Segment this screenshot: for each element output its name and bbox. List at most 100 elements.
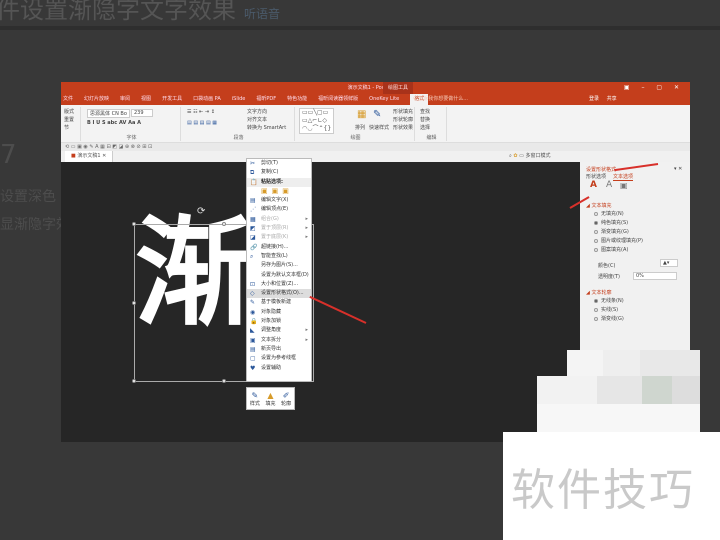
- paste-options[interactable]: ▣▣▣: [247, 187, 311, 196]
- radio-option[interactable]: 渐变线(G): [594, 315, 624, 322]
- tab-shape-options[interactable]: 形状选项: [586, 173, 606, 180]
- radio-option[interactable]: 无线条(N): [594, 297, 624, 304]
- text-outline-section[interactable]: ◢ 文本轮廓: [586, 289, 611, 296]
- radio-option[interactable]: 图案填充(A): [594, 246, 628, 253]
- font-size-select[interactable]: 239: [131, 109, 153, 117]
- format-buttons[interactable]: B I U S abc AV Aa A: [87, 120, 141, 126]
- textbox-icon[interactable]: ▣: [620, 181, 628, 190]
- fill-button[interactable]: ▲ 填充: [265, 391, 275, 407]
- color-picker[interactable]: ▲▾: [660, 259, 678, 267]
- option-label: 图片或纹理填充(P): [601, 238, 643, 244]
- ribbon-tab[interactable]: 审阅: [120, 94, 130, 105]
- radio-option[interactable]: 无填充(N): [594, 210, 624, 217]
- ribbon-tab[interactable]: 开发工具: [162, 94, 182, 105]
- context-menu-item[interactable]: ◩ 置于顶层(R) ▸: [247, 224, 311, 233]
- style-button[interactable]: ✎ 样式: [250, 391, 260, 407]
- text-fill-outline-icon[interactable]: A: [590, 180, 597, 190]
- shapes-gallery[interactable]: ▭▭╲▢▭ ▭△⌐∟◇ ◠◡⌒⌃{}: [299, 108, 335, 134]
- context-menu-item[interactable]: 设置为默认文本框(D): [247, 271, 311, 280]
- paste-icon[interactable]: ▣▣▣: [261, 187, 293, 195]
- context-menu-item[interactable]: ⊡ 大小和位置(Z)...: [247, 280, 311, 289]
- context-menu-item[interactable]: ▤ 编辑文字(X): [247, 196, 311, 205]
- context-menu-item[interactable]: ▦ 组合(G) ▸: [247, 215, 311, 224]
- section-button[interactable]: 节: [64, 124, 69, 131]
- drawing-group: ▭▭╲▢▭ ▭△⌐∟◇ ◠◡⌒⌃{} ▦ 排列 ✎ 快速样式 形状填充 形状轮廓 形…: [297, 107, 415, 141]
- text-fill-section[interactable]: ◢ 文本填充: [586, 202, 611, 209]
- pane-close-icon[interactable]: ▾ ✕: [674, 166, 682, 172]
- context-menu-item[interactable]: 🔗 超链接(H)...: [247, 243, 311, 252]
- replace-button[interactable]: 替换: [420, 116, 430, 123]
- transparency-input[interactable]: 0%: [633, 272, 677, 280]
- find-button[interactable]: 查找: [420, 108, 430, 115]
- shape-effects-button[interactable]: 形状效果: [393, 124, 413, 131]
- font-name-select[interactable]: 思源黑体 CN Bo: [87, 109, 130, 118]
- menu-item-label: 对象加锁: [261, 318, 282, 325]
- context-menu-item[interactable]: ◉ 对象隐藏: [247, 308, 311, 317]
- text-direction-button[interactable]: 文字方向: [247, 108, 267, 115]
- radio-button[interactable]: [594, 298, 598, 303]
- ribbon-tab[interactable]: iSlide: [232, 94, 246, 105]
- list-buttons[interactable]: ☰ ☷ ⇤ ⇥ ↕: [187, 109, 215, 115]
- login-button[interactable]: 登录: [589, 96, 599, 102]
- context-menu-item[interactable]: ♥ 设置辅助: [247, 364, 311, 373]
- context-menu-item[interactable]: ◪ 置于底层(K) ▸: [247, 233, 311, 242]
- reset-button[interactable]: 重置: [64, 116, 74, 123]
- menu-item-icon: ⊡: [250, 280, 256, 288]
- rotate-handle-icon[interactable]: ⟳: [197, 206, 205, 217]
- layout-button[interactable]: 版式: [64, 108, 74, 115]
- view-options[interactable]: ⌕ ✿ ▭ 多窗口模式: [509, 151, 551, 162]
- tell-me-search[interactable]: ♀ 告诉我你想要做什么...: [413, 94, 468, 105]
- align-text-button[interactable]: 对齐文本: [247, 116, 267, 123]
- radio-option[interactable]: 纯色填充(S): [594, 219, 628, 226]
- radio-option[interactable]: 图片或纹理填充(P): [594, 237, 643, 244]
- radio-button[interactable]: [594, 220, 598, 225]
- radio-option[interactable]: 渐变填充(G): [594, 228, 629, 235]
- radio-button[interactable]: [594, 307, 598, 312]
- radio-button[interactable]: [594, 247, 598, 252]
- ribbon-tab[interactable]: 口袋动画 PA: [193, 94, 221, 105]
- outline-button[interactable]: ✐ 轮廓: [281, 391, 291, 407]
- context-menu-item[interactable]: ◣ 调整角度 ▸: [247, 326, 311, 335]
- radio-button[interactable]: [594, 211, 598, 216]
- radio-button[interactable]: [594, 238, 598, 243]
- ribbon-tab[interactable]: OneKey Lite: [369, 94, 399, 105]
- document-tab[interactable]: ■ 演示文稿1 ✕: [65, 151, 114, 162]
- quick-styles-button[interactable]: 快速样式: [369, 124, 389, 131]
- shape-fill-button[interactable]: 形状填充: [393, 108, 413, 115]
- text-effects-icon[interactable]: A: [606, 180, 612, 190]
- radio-button[interactable]: [594, 316, 598, 321]
- listen-link[interactable]: 听语音: [244, 7, 280, 21]
- menu-item-icon: 🔗: [250, 243, 258, 251]
- context-menu-item[interactable]: 🔒 对象加锁: [247, 317, 311, 326]
- ribbon-tab[interactable]: 幻灯片放映: [84, 94, 109, 105]
- context-menu-item[interactable]: ▣ 文本拆分 ▸: [247, 336, 311, 345]
- context-menu-item[interactable]: ✂ 剪切(T): [247, 159, 311, 168]
- context-menu-item[interactable]: ◇ 设置形状格式(O)...: [247, 289, 311, 299]
- window-controls[interactable]: ▣ – ▢ ✕: [624, 82, 684, 94]
- arrange-button[interactable]: 排列: [355, 124, 365, 131]
- group-label: 绘图: [350, 135, 361, 141]
- share-button[interactable]: 共享: [607, 96, 617, 102]
- context-menu-item[interactable]: ▤ 新页导出: [247, 345, 311, 354]
- radio-button[interactable]: [594, 229, 598, 234]
- ribbon-tab[interactable]: 特色功能: [287, 94, 307, 105]
- shape-outline-button[interactable]: 形状轮廓: [393, 116, 413, 123]
- smartart-button[interactable]: 转换为 SmartArt: [247, 124, 286, 131]
- context-menu-item[interactable]: ⧉ 复制(C): [247, 168, 311, 177]
- context-menu-item[interactable]: 另存为图片(S)...: [247, 261, 311, 270]
- context-menu-item[interactable]: ✎ 基于模板新建: [247, 298, 311, 307]
- ribbon-tab[interactable]: 文件: [63, 94, 73, 105]
- menu-item-label: 基于模板新建: [261, 299, 292, 306]
- context-menu-item[interactable]: ⋰ 编辑顶点(E): [247, 205, 311, 214]
- context-menu-item[interactable]: ▢ 设置为参考线框: [247, 354, 311, 363]
- radio-option[interactable]: 实线(S): [594, 306, 618, 313]
- quick-access-toolbar[interactable]: ⟲ ▭ ▣ ◉ ✎ A ▦ ⊟ ◩ ◪ ⊕ ⊗ ⊘ ⊞ ⊡: [61, 143, 690, 151]
- context-menu-item[interactable]: ⌕ 智能查找(L): [247, 252, 311, 261]
- ribbon-tab[interactable]: 视图: [141, 94, 151, 105]
- ribbon-tab[interactable]: 福昕PDF: [256, 94, 276, 105]
- ribbon-tab[interactable]: 福昕阅读器领鲜版: [318, 94, 358, 105]
- context-menu: ✂ 剪切(T) ⧉ 复制(C) 📋 粘贴选项: ▣▣▣ ▤ 编辑文字(X) ⋰ 编辑顶点(E) ▦ 组合…: [246, 158, 312, 382]
- select-button[interactable]: 选择: [420, 124, 430, 131]
- tab-text-options[interactable]: 文本选项: [613, 173, 634, 181]
- align-buttons[interactable]: ▤ ▤ ▤ ▤ ▦: [187, 120, 217, 126]
